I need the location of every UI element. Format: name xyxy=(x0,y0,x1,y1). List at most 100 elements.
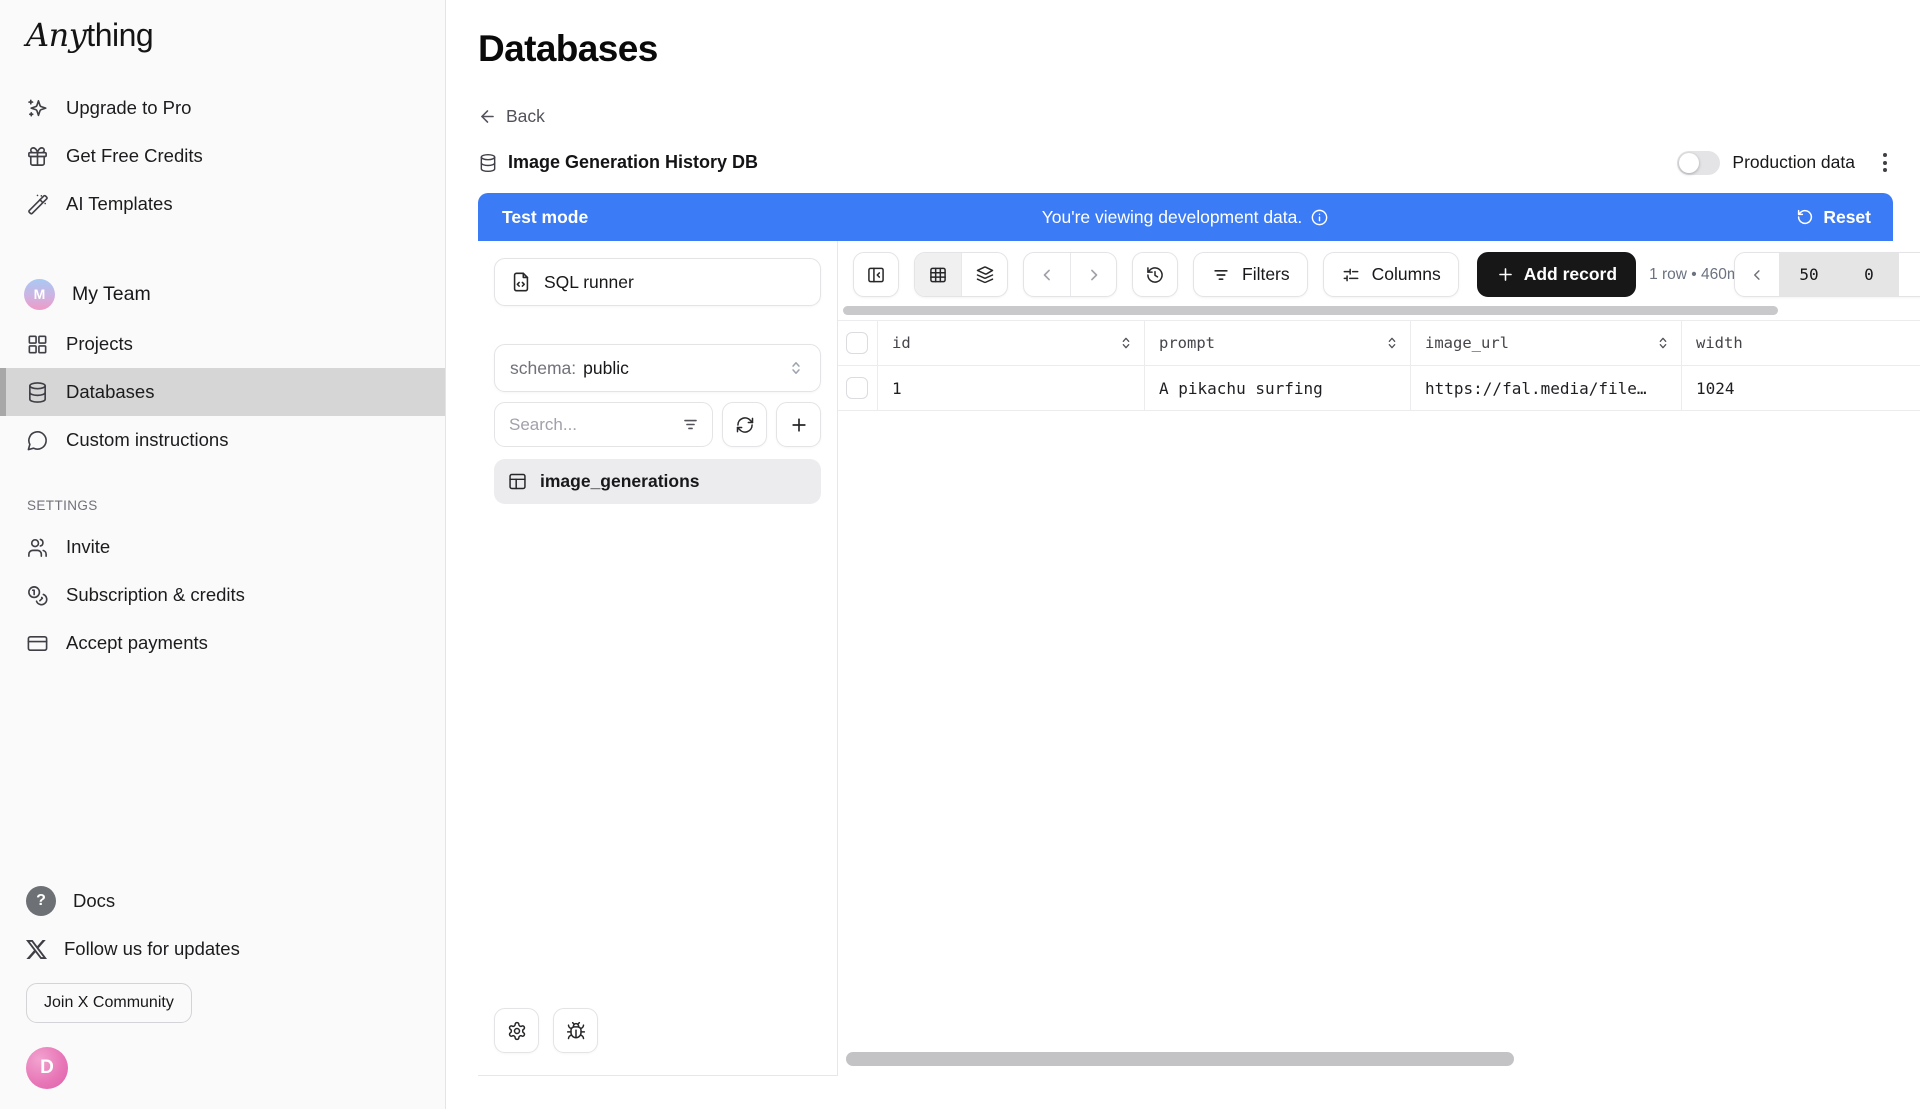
columns-label: Columns xyxy=(1372,264,1441,285)
sidebar-item-follow-updates[interactable]: Follow us for updates xyxy=(0,925,445,973)
sidebar-item-custom-instructions[interactable]: Custom instructions xyxy=(0,416,445,464)
rotate-ccw-icon xyxy=(1796,208,1814,226)
settings-section-heading: SETTINGS xyxy=(0,498,445,513)
sidebar-bottom: ? Docs Follow us for updates Join X Comm… xyxy=(0,877,445,1095)
column-header-id[interactable]: id xyxy=(878,321,1145,365)
view-mode-switcher xyxy=(914,252,1008,297)
user-avatar[interactable]: D xyxy=(26,1047,68,1089)
reset-button[interactable]: Reset xyxy=(1796,207,1893,228)
previous-row-button[interactable] xyxy=(1024,253,1070,296)
sidebar-item-invite[interactable]: Invite xyxy=(0,523,445,571)
data-grid: id prompt image_url width xyxy=(838,320,1920,411)
history-icon xyxy=(1145,265,1165,285)
coins-icon xyxy=(26,584,49,607)
sql-runner-label: SQL runner xyxy=(544,272,634,293)
data-table-area: Filters Columns Add record 1 row • 460ms xyxy=(838,241,1920,1076)
grid-icon xyxy=(26,333,49,356)
database-icon xyxy=(478,153,498,173)
sidebar-item-upgrade-to-pro[interactable]: Upgrade to Pro xyxy=(0,84,445,132)
horizontal-scrollbar-top xyxy=(843,306,1914,315)
history-button[interactable] xyxy=(1132,252,1178,297)
brand-logo-italic: Any xyxy=(26,16,86,54)
row-checkbox[interactable] xyxy=(846,377,868,399)
pagination-control: 50 0 xyxy=(1734,252,1920,297)
schema-value: public xyxy=(583,358,629,379)
columns-button[interactable]: Columns xyxy=(1323,252,1459,297)
sidebar-item-label: Custom instructions xyxy=(66,429,228,451)
add-table-button[interactable] xyxy=(776,402,821,447)
table-name-label: image_generations xyxy=(540,471,700,492)
sidebar: Anything Upgrade to Pro Get Free Credits… xyxy=(0,0,446,1109)
schema-select[interactable]: schema: public xyxy=(494,344,821,392)
schema-prefix: schema: xyxy=(510,358,576,379)
column-header-image-url[interactable]: image_url xyxy=(1411,321,1682,365)
column-name: prompt xyxy=(1159,334,1215,352)
horizontal-scrollbar-bottom[interactable] xyxy=(846,1052,1514,1066)
database-name-label: Image Generation History DB xyxy=(508,152,758,173)
sidebar-nav: Upgrade to Pro Get Free Credits AI Templ… xyxy=(0,84,445,667)
sidebar-item-label: Databases xyxy=(66,381,154,403)
next-page-button[interactable] xyxy=(1899,253,1920,296)
cell-id[interactable]: 1 xyxy=(878,366,1145,410)
page-offset-value[interactable]: 0 xyxy=(1839,253,1899,296)
layers-view-button[interactable] xyxy=(961,253,1007,296)
sql-runner-button[interactable]: SQL runner xyxy=(494,258,821,306)
brand-logo-rest: thing xyxy=(86,17,153,53)
sidebar-item-projects[interactable]: Projects xyxy=(0,320,445,368)
settings-button[interactable] xyxy=(494,1008,539,1053)
file-code-icon xyxy=(510,271,532,293)
more-options-kebab-icon[interactable] xyxy=(1877,149,1893,176)
gear-icon xyxy=(507,1021,527,1041)
sort-icon[interactable] xyxy=(1384,335,1400,351)
gift-icon xyxy=(26,145,49,168)
production-data-toggle[interactable] xyxy=(1677,151,1720,175)
banner-message: You're viewing development data. xyxy=(478,207,1893,228)
previous-page-button[interactable] xyxy=(1735,253,1779,296)
sidebar-item-ai-templates[interactable]: AI Templates xyxy=(0,180,445,228)
sidebar-item-accept-payments[interactable]: Accept payments xyxy=(0,619,445,667)
join-community-button[interactable]: Join X Community xyxy=(26,983,192,1023)
add-record-button[interactable]: Add record xyxy=(1477,252,1636,297)
sidebar-item-label: Accept payments xyxy=(66,632,208,654)
database-name: Image Generation History DB xyxy=(478,152,758,173)
back-link[interactable]: Back xyxy=(478,106,545,127)
sidebar-item-label: Docs xyxy=(73,890,115,912)
filters-button[interactable]: Filters xyxy=(1193,252,1308,297)
banner-message-text: You're viewing development data. xyxy=(1042,207,1303,228)
column-header-prompt[interactable]: prompt xyxy=(1145,321,1411,365)
column-header-width[interactable]: width xyxy=(1682,321,1920,365)
cell-width[interactable]: 1024 xyxy=(1682,366,1920,410)
test-mode-label: Test mode xyxy=(478,207,588,228)
sidebar-item-label: Upgrade to Pro xyxy=(66,97,191,119)
scrollbar-thumb[interactable] xyxy=(843,306,1778,315)
filter-icon xyxy=(681,415,700,434)
sort-icon[interactable] xyxy=(1655,335,1671,351)
next-row-button[interactable] xyxy=(1070,253,1116,296)
table-search-row xyxy=(494,402,821,447)
table-list-item-image-generations[interactable]: image_generations xyxy=(494,459,821,504)
help-circle-icon: ? xyxy=(26,886,56,916)
sidebar-item-docs[interactable]: ? Docs xyxy=(0,877,445,925)
debug-button[interactable] xyxy=(553,1008,598,1053)
table-row[interactable]: 1 A pikachu surfing https://fal.media/fi… xyxy=(838,366,1920,411)
cell-prompt[interactable]: A pikachu surfing xyxy=(1145,366,1411,410)
select-all-checkbox[interactable] xyxy=(846,332,868,354)
sidebar-item-databases[interactable]: Databases xyxy=(0,368,445,416)
page-size-value[interactable]: 50 xyxy=(1779,253,1839,296)
sidebar-item-get-free-credits[interactable]: Get Free Credits xyxy=(0,132,445,180)
info-icon xyxy=(1310,208,1329,227)
x-logo-icon xyxy=(26,939,47,960)
refresh-tables-button[interactable] xyxy=(722,402,767,447)
column-name: width xyxy=(1696,334,1743,352)
sort-icon[interactable] xyxy=(1118,335,1134,351)
sidebar-item-label: Get Free Credits xyxy=(66,145,203,167)
team-switcher[interactable]: M My Team xyxy=(0,268,445,320)
team-avatar: M xyxy=(24,279,55,310)
cell-image-url[interactable]: https://fal.media/file… xyxy=(1411,366,1682,410)
table-view-button[interactable] xyxy=(915,253,961,296)
sidebar-item-subscription-credits[interactable]: Subscription & credits xyxy=(0,571,445,619)
layers-icon xyxy=(975,265,995,285)
plus-icon xyxy=(1496,265,1515,284)
grid-header-row: id prompt image_url width xyxy=(838,321,1920,366)
collapse-panel-button[interactable] xyxy=(853,252,899,297)
